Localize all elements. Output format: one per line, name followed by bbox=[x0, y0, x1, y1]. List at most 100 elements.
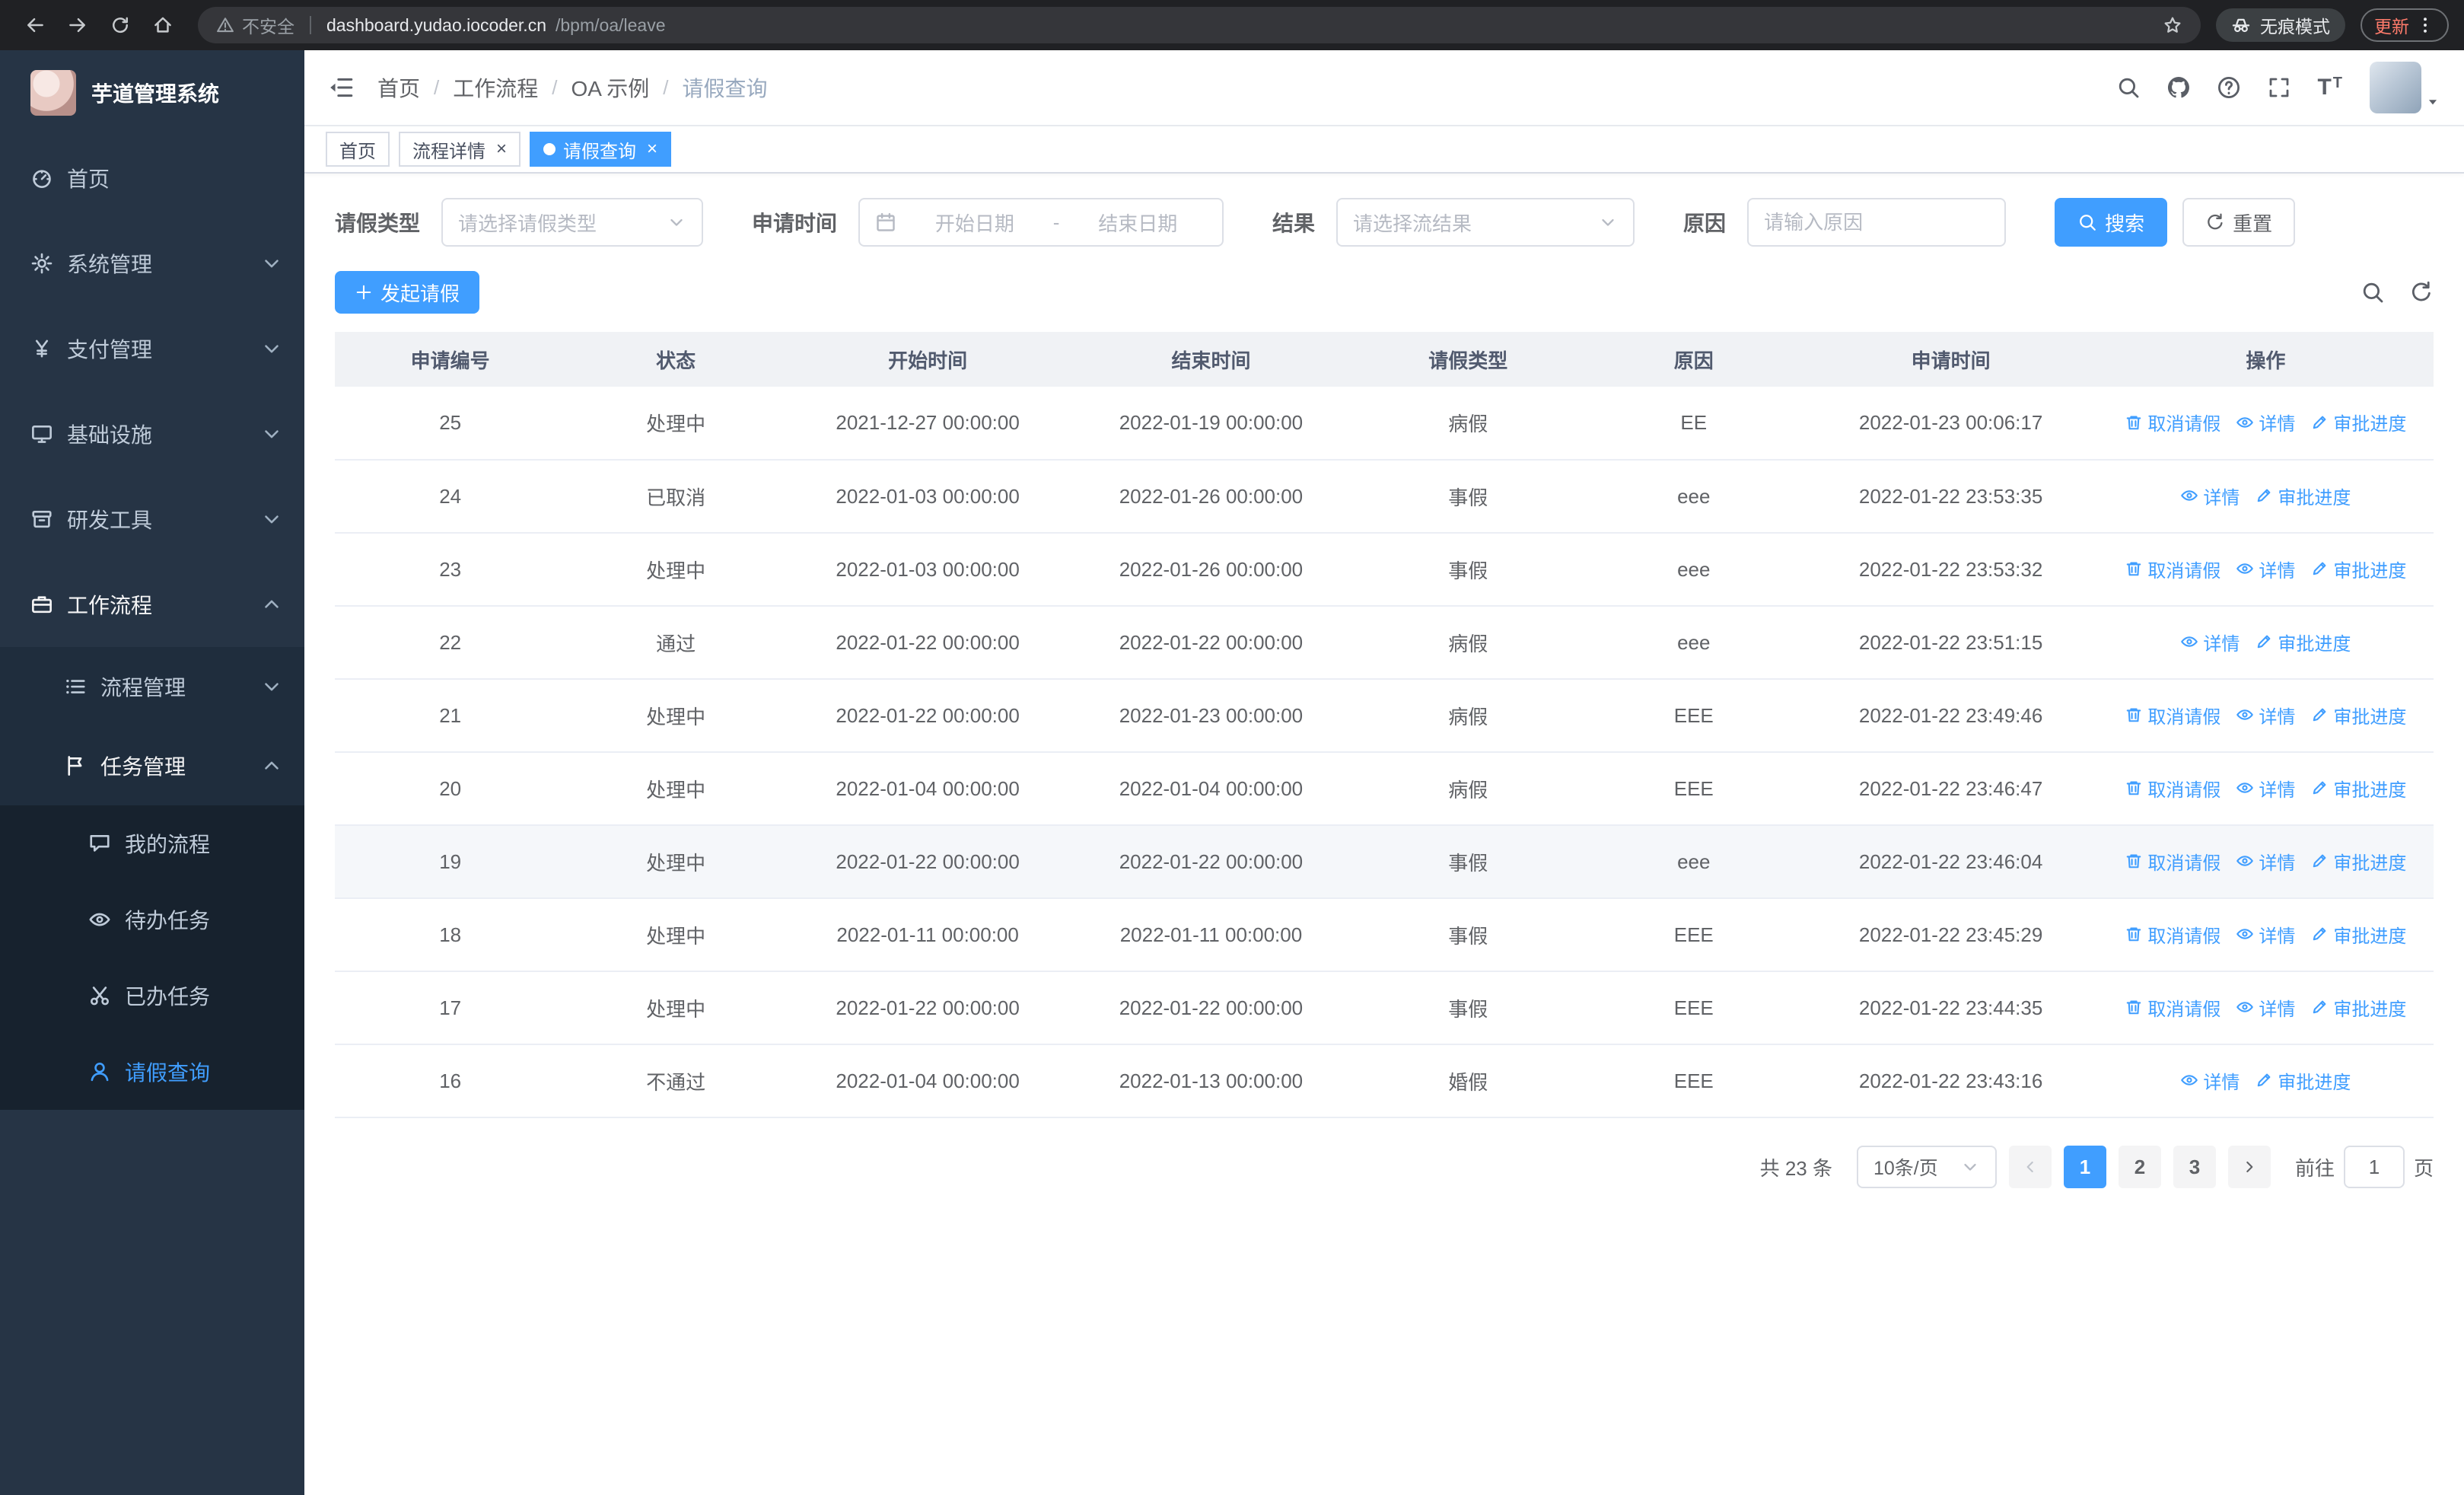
detail-link[interactable]: 详情 bbox=[2236, 775, 2295, 802]
tab-process-detail[interactable]: 流程详情 × bbox=[399, 132, 521, 167]
reason-input[interactable] bbox=[1747, 198, 2007, 247]
leave-type-select[interactable]: 请选择请假类型 bbox=[441, 198, 704, 247]
page-button-2[interactable]: 2 bbox=[2118, 1146, 2161, 1188]
sidebar-item-my-process[interactable]: 我的流程 bbox=[0, 805, 304, 881]
detail-link[interactable]: 详情 bbox=[2236, 994, 2295, 1021]
close-tab-icon[interactable]: × bbox=[647, 140, 657, 158]
bookmark-star-icon[interactable] bbox=[2163, 15, 2182, 35]
approval-progress-link[interactable]: 审批进度 bbox=[2255, 1067, 2351, 1094]
cancel-leave-link[interactable]: 取消请假 bbox=[2125, 994, 2220, 1021]
cancel-leave-link[interactable]: 取消请假 bbox=[2125, 921, 2220, 948]
detail-link[interactable]: 详情 bbox=[2180, 1067, 2240, 1094]
sidebar-item-payment-management[interactable]: 支付管理 bbox=[0, 306, 304, 391]
reset-button[interactable]: 重置 bbox=[2182, 198, 2296, 247]
cell-status: 不通过 bbox=[565, 1044, 786, 1118]
forward-button[interactable] bbox=[58, 5, 97, 45]
cancel-leave-link[interactable]: 取消请假 bbox=[2125, 848, 2220, 875]
approval-progress-link[interactable]: 审批进度 bbox=[2310, 702, 2406, 728]
toggle-search-button[interactable] bbox=[2361, 280, 2385, 304]
url-path: /bpm/oa/leave bbox=[556, 14, 666, 35]
reload-button[interactable] bbox=[100, 5, 140, 45]
user-menu[interactable] bbox=[2370, 62, 2440, 113]
cancel-leave-link[interactable]: 取消请假 bbox=[2125, 409, 2220, 435]
approval-progress-link[interactable]: 审批进度 bbox=[2255, 483, 2351, 509]
result-select[interactable]: 请选择流结果 bbox=[1336, 198, 1635, 247]
sidebar-item-done-task[interactable]: 已办任务 bbox=[0, 958, 304, 1034]
sidebar-item-workflow[interactable]: 工作流程 bbox=[0, 562, 304, 647]
cell-reason: EE bbox=[1583, 387, 1804, 461]
close-tab-icon[interactable]: × bbox=[496, 140, 507, 158]
browser-menu-update-pill[interactable]: 更新 bbox=[2361, 8, 2449, 42]
cell-apply-time: 2022-01-22 23:53:32 bbox=[1803, 533, 2098, 607]
search-button[interactable]: 搜索 bbox=[2055, 198, 2168, 247]
sidebar-item-infrastructure[interactable]: 基础设施 bbox=[0, 391, 304, 477]
goto-page-input[interactable] bbox=[2343, 1146, 2405, 1188]
detail-link[interactable]: 详情 bbox=[2236, 409, 2295, 435]
sidebar-item-home[interactable]: 首页 bbox=[0, 135, 304, 221]
approval-progress-link[interactable]: 审批进度 bbox=[2310, 775, 2406, 802]
cancel-leave-link[interactable]: 取消请假 bbox=[2125, 702, 2220, 728]
sidebar-item-dev-tools[interactable]: 研发工具 bbox=[0, 477, 304, 562]
approval-progress-link[interactable]: 审批进度 bbox=[2310, 556, 2406, 582]
refresh-table-button[interactable] bbox=[2409, 280, 2434, 304]
breadcrumb-home[interactable]: 首页 bbox=[377, 72, 420, 103]
eye-icon bbox=[2236, 925, 2254, 943]
approval-progress-link[interactable]: 审批进度 bbox=[2310, 409, 2406, 435]
sidebar-item-label: 基础设施 bbox=[67, 423, 153, 447]
next-page-button[interactable] bbox=[2227, 1146, 2271, 1188]
sidebar-item-process-management[interactable]: 流程管理 bbox=[0, 647, 304, 726]
apply-time-range-picker[interactable]: 开始日期 - 结束日期 bbox=[858, 198, 1224, 247]
column-header-actions: 操作 bbox=[2097, 332, 2434, 387]
column-header-start-time: 开始时间 bbox=[785, 332, 1070, 387]
breadcrumb-oa-example[interactable]: OA 示例 bbox=[571, 72, 650, 103]
sidebar-toggle-button[interactable] bbox=[304, 50, 377, 125]
sidebar-item-leave-query[interactable]: 请假查询 bbox=[0, 1034, 304, 1110]
home-button[interactable] bbox=[143, 5, 183, 45]
font-size-button[interactable]: TT bbox=[2317, 75, 2344, 100]
cancel-leave-link[interactable]: 取消请假 bbox=[2125, 775, 2220, 802]
cell-request-id: 18 bbox=[335, 898, 566, 972]
github-link[interactable] bbox=[2166, 75, 2191, 100]
back-button[interactable] bbox=[15, 5, 55, 45]
sidebar-item-task-management[interactable]: 任务管理 bbox=[0, 726, 304, 805]
cell-start-time: 2022-01-22 00:00:00 bbox=[785, 679, 1070, 753]
cell-status: 处理中 bbox=[565, 387, 786, 461]
cell-request-id: 20 bbox=[335, 752, 566, 826]
approval-progress-link[interactable]: 审批进度 bbox=[2310, 921, 2406, 948]
security-indicator[interactable]: 不安全 bbox=[216, 12, 294, 38]
detail-link[interactable]: 详情 bbox=[2236, 848, 2295, 875]
cell-start-time: 2022-01-22 00:00:00 bbox=[785, 606, 1070, 680]
approval-progress-link[interactable]: 审批进度 bbox=[2310, 994, 2406, 1021]
approval-progress-link[interactable]: 审批进度 bbox=[2310, 848, 2406, 875]
detail-link[interactable]: 详情 bbox=[2236, 921, 2295, 948]
detail-link[interactable]: 详情 bbox=[2180, 483, 2240, 509]
cell-status: 处理中 bbox=[565, 971, 786, 1045]
search-icon bbox=[2116, 75, 2141, 100]
prev-page-button[interactable] bbox=[2008, 1146, 2052, 1188]
page-button-1[interactable]: 1 bbox=[2063, 1146, 2106, 1188]
sidebar-item-todo-task[interactable]: 待办任务 bbox=[0, 881, 304, 958]
tab-home[interactable]: 首页 bbox=[326, 132, 390, 167]
header-search-button[interactable] bbox=[2116, 75, 2141, 100]
browser-menu-icon[interactable] bbox=[2415, 15, 2435, 35]
detail-link[interactable]: 详情 bbox=[2180, 629, 2240, 655]
cell-reason: EEE bbox=[1583, 898, 1804, 972]
column-header-reason: 原因 bbox=[1583, 332, 1804, 387]
breadcrumb-workflow[interactable]: 工作流程 bbox=[453, 72, 538, 103]
fullscreen-button[interactable] bbox=[2267, 75, 2291, 100]
app-logo[interactable]: 芋道管理系统 bbox=[0, 50, 304, 135]
filter-form: 请假类型 请选择请假类型 申请时间 开始日期 - 结束日期 结果 请选择流结果 … bbox=[335, 198, 2434, 247]
page-size-select[interactable]: 10条/页 bbox=[1856, 1146, 1997, 1188]
detail-link[interactable]: 详情 bbox=[2236, 702, 2295, 728]
address-bar[interactable]: 不安全 dashboard.yudao.iocoder.cn/bpm/oa/le… bbox=[198, 7, 2201, 43]
approval-progress-link[interactable]: 审批进度 bbox=[2255, 629, 2351, 655]
help-button[interactable] bbox=[2217, 75, 2241, 100]
tab-leave-query[interactable]: 请假查询 × bbox=[530, 132, 672, 167]
cancel-leave-link[interactable]: 取消请假 bbox=[2125, 556, 2220, 582]
column-header-end-time: 结束时间 bbox=[1069, 332, 1353, 387]
eye-icon bbox=[2236, 852, 2254, 870]
sidebar-item-system-management[interactable]: 系统管理 bbox=[0, 221, 304, 306]
page-button-3[interactable]: 3 bbox=[2173, 1146, 2216, 1188]
detail-link[interactable]: 详情 bbox=[2236, 556, 2295, 582]
create-leave-button[interactable]: 发起请假 bbox=[335, 271, 480, 314]
